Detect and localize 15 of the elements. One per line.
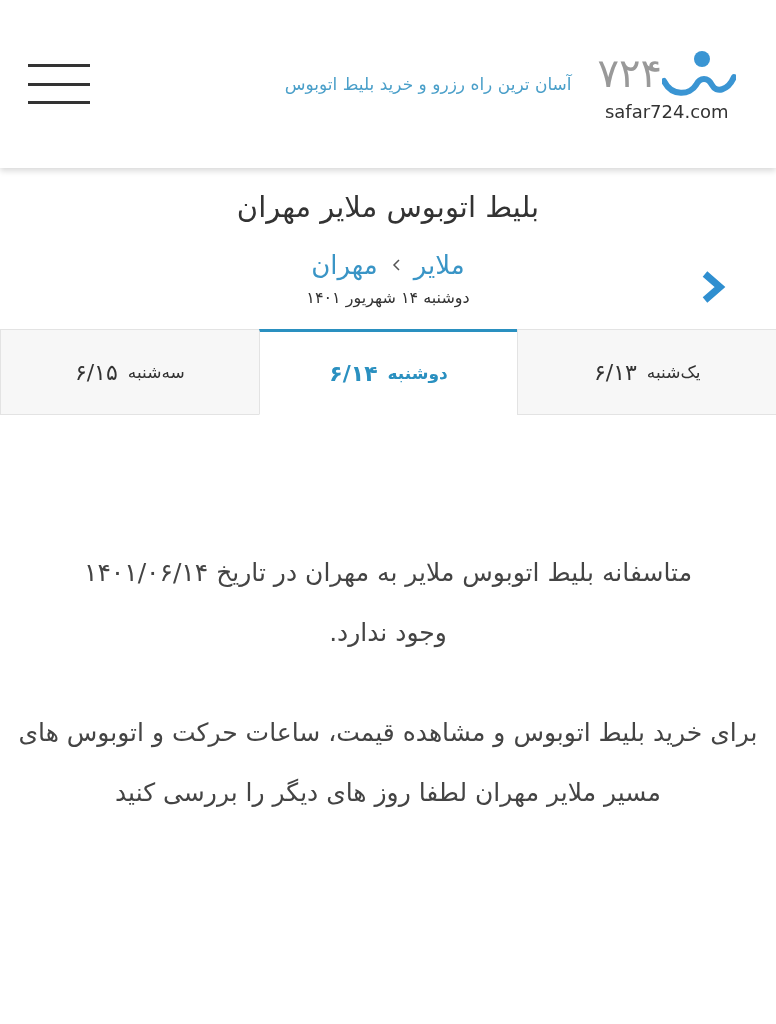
- destination-city: مهران: [311, 250, 378, 280]
- travel-date: دوشنبه ۱۴ شهریور ۱۴۰۱: [306, 288, 470, 307]
- chevron-icon: [391, 259, 400, 271]
- tagline: آسان ترین راه رزرو و خرید بلیط اتوبوس: [284, 74, 572, 94]
- day-tab[interactable]: یک‌شنبه ۶/۱۳: [517, 329, 776, 415]
- info-message: متاسفانه بلیط اتوبوس ملایر به مهران در تاریخ ۱۴۰۱/۰۶/۱۴ وجود ندارد.: [82, 557, 694, 650]
- page-title: بلیط اتوبوس ملایر مهران: [235, 190, 541, 224]
- next-button[interactable]: [700, 270, 726, 304]
- logo-digits: ۷۲۴: [597, 52, 662, 93]
- info-message: برای خرید بلیط اتوبوس و مشاهده قیمت، ساعات حرکت و اتوبوس های مسیر ملایر مهران لطفا روز های دیگر را بررسی کنید: [18, 717, 758, 810]
- day-tab[interactable]: دوشنبه ۶/۱۴: [258, 329, 518, 415]
- menu-button[interactable]: [28, 64, 90, 104]
- day-tab[interactable]: سه‌شنبه ۶/۱۵: [0, 329, 259, 415]
- logo-domain: safar724.com: [604, 100, 729, 122]
- origin-city: ملایر: [413, 250, 465, 280]
